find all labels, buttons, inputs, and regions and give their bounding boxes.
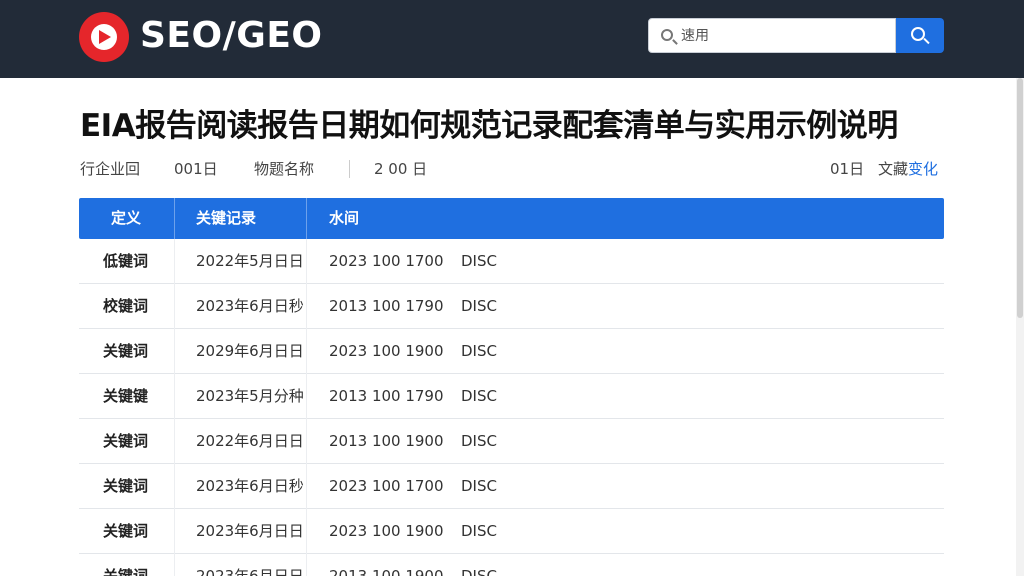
- vertical-scrollbar[interactable]: [1016, 78, 1024, 576]
- cell-type: DISC: [461, 342, 497, 360]
- meta-count: 2 00 日: [374, 160, 428, 178]
- table-row[interactable]: 关键词 2029年6月日日 2023 100 1900 DISC: [79, 329, 944, 374]
- data-table: 定义 关键记录 水间 低键词 2022年5月日日 2023 100 1700 DISC…: [79, 198, 944, 576]
- header-time[interactable]: 水间: [329, 198, 359, 239]
- cell-time: 2013 100 1900: [329, 432, 444, 450]
- cell-keyword: 关键词: [103, 567, 149, 576]
- cell-type: DISC: [461, 297, 497, 315]
- meta-changes-link[interactable]: 变化: [908, 160, 938, 178]
- cell-type: DISC: [461, 432, 497, 450]
- cell-time: 2013 100 1900: [329, 567, 444, 576]
- cell-type: DISC: [461, 567, 497, 576]
- scrollbar-thumb[interactable]: [1017, 78, 1023, 318]
- column-divider: [174, 374, 175, 419]
- header-definition[interactable]: 定义: [111, 198, 141, 239]
- column-divider: [174, 284, 175, 329]
- column-divider: [306, 419, 307, 464]
- search-placeholder: 速用: [681, 28, 709, 44]
- column-divider: [306, 374, 307, 419]
- table-header: 定义 关键记录 水间: [79, 198, 944, 239]
- brand-name[interactable]: SEO/GEO: [140, 14, 323, 58]
- cell-time: 2023 100 1900: [329, 522, 444, 540]
- column-divider: [174, 554, 175, 576]
- cell-keyword: 校键词: [103, 297, 149, 315]
- column-divider: [174, 419, 175, 464]
- cell-date: 2023年5月分种: [196, 387, 304, 405]
- header-divider: [306, 198, 307, 239]
- cell-time: 2013 100 1790: [329, 387, 444, 405]
- cell-keyword: 关键词: [103, 477, 149, 495]
- meta-changes[interactable]: 文藏变化: [878, 158, 938, 180]
- table-row[interactable]: 关键词 2023年6月日秒 2023 100 1700 DISC: [79, 464, 944, 509]
- table-row[interactable]: 低键词 2022年5月日日 2023 100 1700 DISC: [79, 239, 944, 284]
- table-row[interactable]: 关键词 2022年6月日日 2013 100 1900 DISC: [79, 419, 944, 464]
- table-row[interactable]: 关键词 2023年6月日日 2023 100 1900 DISC: [79, 509, 944, 554]
- column-divider: [174, 329, 175, 374]
- column-divider: [306, 239, 307, 284]
- column-divider: [174, 509, 175, 554]
- cell-date: 2029年6月日日: [196, 342, 304, 360]
- header-divider: [174, 198, 175, 239]
- table-row[interactable]: 校键词 2023年6月日秒 2013 100 1790 DISC: [79, 284, 944, 329]
- meta-divider: [349, 160, 350, 178]
- page-title: EIA报告阅读报告日期如何规范记录配套清单与实用示例说明: [80, 108, 898, 144]
- column-divider: [306, 329, 307, 374]
- cell-type: DISC: [461, 252, 497, 270]
- meta-category: 行企业回: [80, 160, 141, 178]
- column-divider: [174, 239, 175, 284]
- cell-type: DISC: [461, 387, 497, 405]
- cell-type: DISC: [461, 477, 497, 495]
- cell-keyword: 关键词: [103, 432, 149, 450]
- column-divider: [306, 284, 307, 329]
- cell-date: 2022年6月日日: [196, 432, 304, 450]
- cell-date: 2023年6月日日: [196, 522, 304, 540]
- cell-keyword: 关键词: [103, 522, 149, 540]
- cell-time: 2013 100 1790: [329, 297, 444, 315]
- meta-name: 物题名称: [254, 160, 315, 178]
- search-button[interactable]: [896, 18, 944, 53]
- cell-time: 2023 100 1700: [329, 477, 444, 495]
- table-row[interactable]: 关键词 2023年6月日日 2013 100 1900 DISC: [79, 554, 944, 576]
- cell-time: 2023 100 1700: [329, 252, 444, 270]
- meta-changes-text: 文藏: [878, 160, 909, 178]
- top-navigation-bar: SEO/GEO 速用: [0, 0, 1024, 78]
- column-divider: [306, 464, 307, 509]
- play-logo-icon[interactable]: [79, 12, 129, 62]
- search-icon: [661, 29, 673, 41]
- column-divider: [306, 554, 307, 576]
- cell-type: DISC: [461, 522, 497, 540]
- cell-date: 2023年6月日日: [196, 567, 304, 576]
- search-button-icon: [911, 27, 925, 41]
- play-triangle-icon: [99, 30, 111, 44]
- meta-right-date: 01日: [830, 160, 865, 178]
- cell-date: 2022年5月日日: [196, 252, 304, 270]
- cell-date: 2023年6月日秒: [196, 477, 304, 495]
- logo-inner-circle: [91, 24, 117, 50]
- cell-date: 2023年6月日秒: [196, 297, 304, 315]
- cell-time: 2023 100 1900: [329, 342, 444, 360]
- cell-keyword: 关键词: [103, 342, 149, 360]
- table-row[interactable]: 关键键 2023年5月分种 2013 100 1790 DISC: [79, 374, 944, 419]
- cell-keyword: 低键词: [103, 252, 149, 270]
- cell-keyword: 关键键: [103, 387, 149, 405]
- table-body: 低键词 2022年5月日日 2023 100 1700 DISC 校键词 2023年6月日…: [79, 239, 944, 576]
- meta-date: 001日: [174, 160, 218, 178]
- search-input[interactable]: 速用: [648, 18, 896, 53]
- column-divider: [174, 464, 175, 509]
- header-key-record[interactable]: 关键记录: [196, 198, 256, 239]
- column-divider: [306, 509, 307, 554]
